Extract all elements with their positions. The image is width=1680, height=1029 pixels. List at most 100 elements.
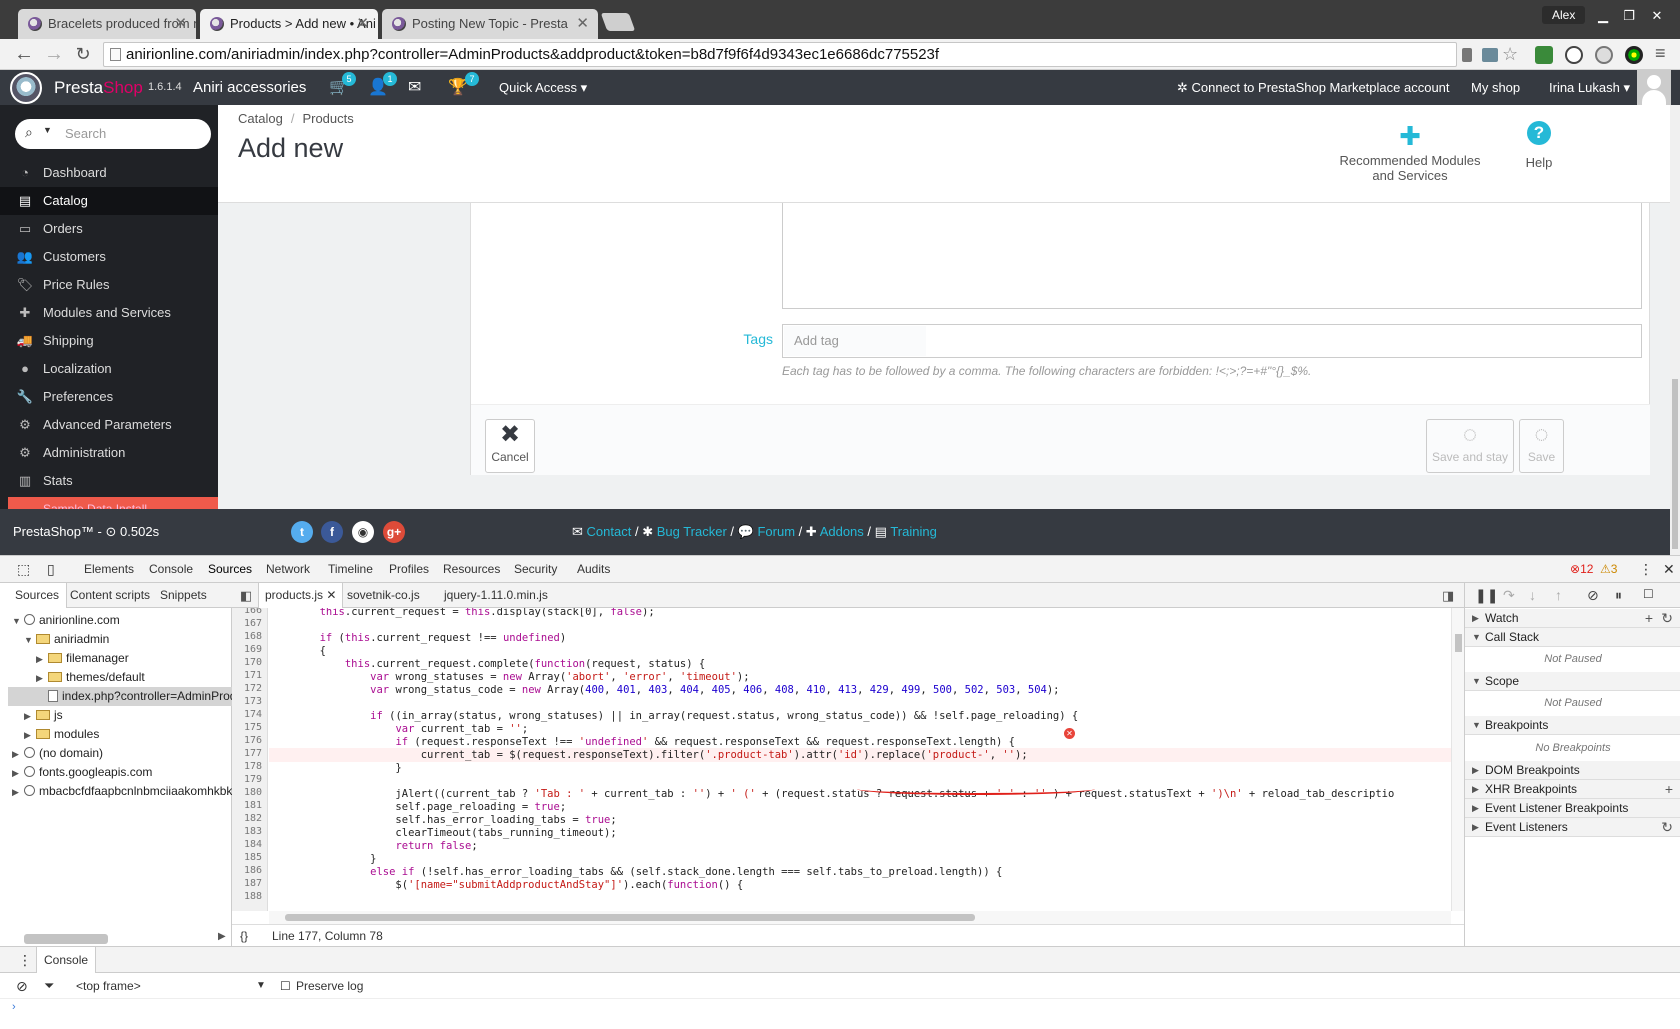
close-icon[interactable]: ✕ [326, 588, 336, 602]
prestashop-logo[interactable] [10, 72, 42, 104]
refresh-icon[interactable]: ↻ [1661, 818, 1673, 837]
code-line[interactable]: if (request.responseText !== 'undefined'… [269, 735, 1451, 749]
code-line[interactable]: self.has_error_loading_tabs = true; [269, 813, 1451, 827]
sidebar-item-customers[interactable]: 👥 Customers [0, 243, 218, 271]
close-devtools-icon[interactable]: ✕ [1663, 556, 1675, 583]
line-number[interactable]: 170 [232, 657, 262, 668]
cancel-button[interactable]: ✖ Cancel [485, 419, 535, 473]
addons-link[interactable]: Addons [820, 524, 864, 539]
code-line[interactable]: return false; [269, 839, 1451, 853]
code-line[interactable]: if (this.current_request !== undefined) [269, 631, 1451, 645]
extension-green-icon[interactable] [1535, 46, 1553, 64]
line-number[interactable]: 181 [232, 800, 262, 811]
step-over-icon[interactable]: ↷ [1503, 587, 1515, 604]
close-icon[interactable]: ✕ [174, 9, 187, 39]
tree-item[interactable]: ▶ filemanager [8, 649, 129, 668]
bookmark-star-icon[interactable]: ☆ [1502, 44, 1522, 64]
code-area[interactable]: this.current_request = this.display(stac… [269, 608, 1451, 911]
sample-data-install[interactable]: Sample Data Install [8, 497, 218, 509]
code-line[interactable]: var current_tab = ''; [269, 722, 1451, 736]
tab-content-scripts[interactable]: Content scripts [70, 583, 150, 608]
sidebar-item-localization[interactable]: ● Localization [0, 355, 218, 383]
code-line-error[interactable]: current_tab = $(request.responseText).fi… [269, 748, 1451, 762]
tree-item[interactable]: ▼ anirionline.com [8, 611, 120, 630]
save-button[interactable]: ◌ Save [1519, 419, 1564, 473]
pane-scope[interactable]: ▼ Scope [1465, 672, 1680, 691]
tab-console-drawer[interactable]: Console [36, 947, 97, 973]
line-number[interactable]: 174 [232, 709, 262, 720]
extension-sync-icon[interactable] [1565, 46, 1583, 64]
code-line[interactable]: this.current_request.complete(function(r… [269, 657, 1451, 671]
error-count[interactable]: ⊗12 [1570, 556, 1593, 583]
tree-item[interactable]: ▶ themes/default [8, 668, 145, 687]
line-number[interactable]: 178 [232, 761, 262, 772]
tree-item[interactable]: ▼ aniriadmin [8, 630, 109, 649]
tab-snippets[interactable]: Snippets [160, 583, 207, 608]
step-out-icon[interactable]: ↑ [1555, 587, 1562, 603]
tab-sources[interactable]: Sources [208, 556, 253, 585]
line-number[interactable]: 166 [232, 608, 262, 616]
device-mode-icon[interactable]: ▯ [47, 556, 55, 583]
avatar[interactable] [1637, 70, 1671, 105]
extension-tree-icon[interactable] [1595, 46, 1613, 64]
caret-down-icon[interactable]: ▼ [43, 125, 52, 135]
deactivate-breakpoints-icon[interactable]: ⊘ [1587, 587, 1599, 604]
code-line[interactable]: var wrong_statuses = new Array('abort', … [269, 670, 1451, 684]
toggle-navigator-icon[interactable]: ◧ [240, 583, 252, 608]
tab-resources[interactable]: Resources [443, 556, 500, 583]
line-number[interactable]: 187 [232, 878, 262, 889]
tab-sources-tree[interactable]: Sources [8, 583, 68, 608]
add-icon[interactable]: + [1645, 609, 1653, 628]
reload-icon[interactable]: ↻ [71, 42, 95, 66]
sidebar-item-catalog[interactable]: ▤ Catalog [0, 187, 218, 215]
browser-tab-add-new[interactable]: Products > Add new • Ani ✕ [200, 9, 378, 39]
sidebar-item-price-rules[interactable]: 🏷 Price Rules [0, 271, 218, 299]
pause-icon[interactable]: ❚❚ [1475, 587, 1498, 604]
tab-profiles[interactable]: Profiles [389, 556, 429, 583]
line-number[interactable]: 169 [232, 644, 262, 655]
back-arrow-icon[interactable]: ← [12, 42, 36, 66]
code-line[interactable] [269, 618, 1451, 632]
tree-item[interactable]: ▶ mbacbcfdfaapbcnlnbmciiaakomhkbk [8, 782, 232, 801]
google-plus-icon[interactable]: g+ [383, 521, 405, 543]
pane-xhr-breakpoints[interactable]: ▶ XHR Breakpoints + [1465, 780, 1680, 799]
new-tab-button[interactable] [600, 13, 636, 31]
key-icon[interactable] [1462, 48, 1472, 62]
code-line[interactable]: { [269, 644, 1451, 658]
restore-icon[interactable]: ❐ [1616, 6, 1642, 26]
forum-link[interactable]: Forum [757, 524, 795, 539]
scrollbar-thumb[interactable] [1672, 379, 1678, 549]
browser-tab-bracelets[interactable]: Bracelets produced from n ✕ [18, 9, 196, 39]
shop-name[interactable]: Aniri accessories [193, 70, 306, 105]
sidebar-item-administration[interactable]: ⚙ Administration [0, 439, 218, 467]
tab-timeline[interactable]: Timeline [328, 556, 373, 583]
line-number[interactable]: 175 [232, 722, 262, 733]
line-number[interactable]: 182 [232, 813, 262, 824]
tree-item[interactable]: ▶ (no domain) [8, 744, 103, 763]
bug-tracker-link[interactable]: Bug Tracker [657, 524, 727, 539]
line-number[interactable]: 177 [232, 748, 262, 759]
breadcrumb-catalog[interactable]: Catalog [238, 111, 283, 126]
step-into-icon[interactable]: ↓ [1529, 587, 1536, 603]
caret-down-icon[interactable]: ▼ [256, 973, 266, 999]
scrollbar-thumb[interactable] [1455, 634, 1462, 652]
tab-security[interactable]: Security [514, 556, 557, 583]
error-marker-icon[interactable]: ✕ [1064, 728, 1075, 739]
menu-icon[interactable]: ≡ [1655, 43, 1673, 63]
editor-vscrollbar[interactable] [1451, 608, 1464, 911]
inspect-icon[interactable]: ⬚ [17, 556, 30, 583]
refresh-icon[interactable]: ↻ [1661, 609, 1673, 628]
code-line[interactable]: var wrong_status_code = new Array(400, 4… [269, 683, 1451, 697]
pane-event-listener-breakpoints[interactable]: ▶ Event Listener Breakpoints [1465, 799, 1680, 818]
search-input[interactable]: ⌕ ▼ Search [15, 119, 211, 149]
console-prompt-icon[interactable]: › [12, 1001, 16, 1013]
editor-hscrollbar[interactable] [269, 911, 1451, 924]
tree-item-selected[interactable]: index.php?controller=AdminProducts [8, 687, 232, 706]
line-number[interactable]: 188 [232, 891, 262, 902]
code-line[interactable]: } [269, 852, 1451, 866]
window-user-badge[interactable]: Alex [1542, 6, 1586, 24]
line-number[interactable]: 180 [232, 787, 262, 798]
pretty-print-icon[interactable]: {} [240, 925, 248, 947]
twitter-icon[interactable]: t [291, 521, 313, 543]
pane-dom-breakpoints[interactable]: ▶ DOM Breakpoints [1465, 761, 1680, 780]
